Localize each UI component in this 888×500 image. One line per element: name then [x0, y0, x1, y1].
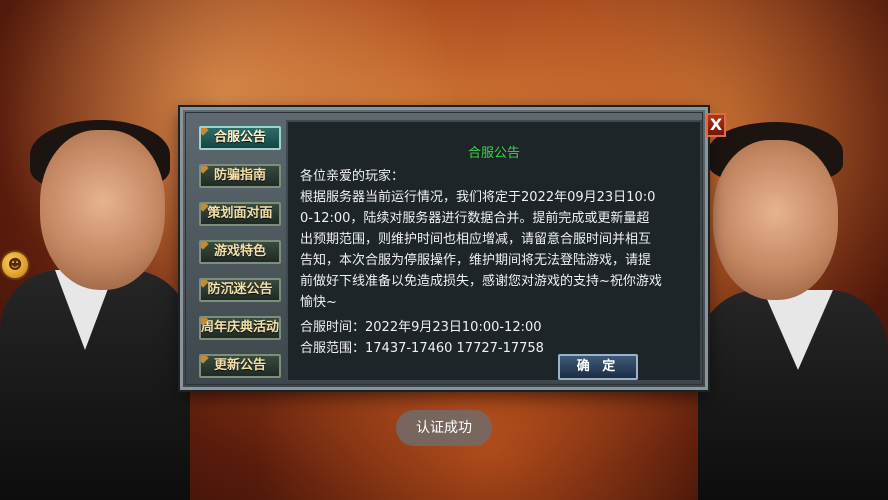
tab-merge-announcement[interactable]: 合服公告 — [199, 126, 281, 150]
tab-anti-fraud-guide[interactable]: 防骗指南 — [199, 164, 281, 188]
announcement-dialog: 合服公告 防骗指南 策划面对面 游戏特色 防沉迷公告 周年庆典活动 更新公告 合… — [180, 107, 708, 390]
tab-anniversary-event[interactable]: 周年庆典活动 — [199, 316, 281, 340]
announcement-title: 合服公告 — [467, 146, 520, 161]
announcement-body: 各位亲爱的玩家： 根据服务器当前运行情况，我们将定于2022年09月23日10:… — [300, 166, 662, 359]
tab-anti-addiction[interactable]: 防沉迷公告 — [199, 278, 281, 302]
close-icon[interactable]: X — [706, 113, 726, 137]
gift-icon[interactable]: ☻ — [0, 250, 30, 280]
confirm-button[interactable]: 确 定 — [558, 354, 638, 380]
left-character-portrait — [0, 60, 200, 500]
tab-update-notes[interactable]: 更新公告 — [199, 354, 281, 378]
announcement-paragraph: 根据服务器当前运行情况，我们将定于2022年09月23日10:00-12:00，… — [300, 190, 662, 310]
announcement-tabs: 合服公告 防骗指南 策划面对面 游戏特色 防沉迷公告 周年庆典活动 更新公告 — [191, 120, 283, 382]
toast-message: 认证成功 — [396, 410, 492, 446]
announcement-content[interactable]: 合服公告 各位亲爱的玩家： 根据服务器当前运行情况，我们将定于2022年09月2… — [286, 120, 702, 382]
tab-game-features[interactable]: 游戏特色 — [199, 240, 281, 264]
tab-planner-face-to-face[interactable]: 策划面对面 — [199, 202, 281, 226]
merge-time-text: 合服时间：2022年9月23日10:00-12:00 — [300, 320, 542, 335]
greeting-text: 各位亲爱的玩家： — [300, 169, 405, 184]
